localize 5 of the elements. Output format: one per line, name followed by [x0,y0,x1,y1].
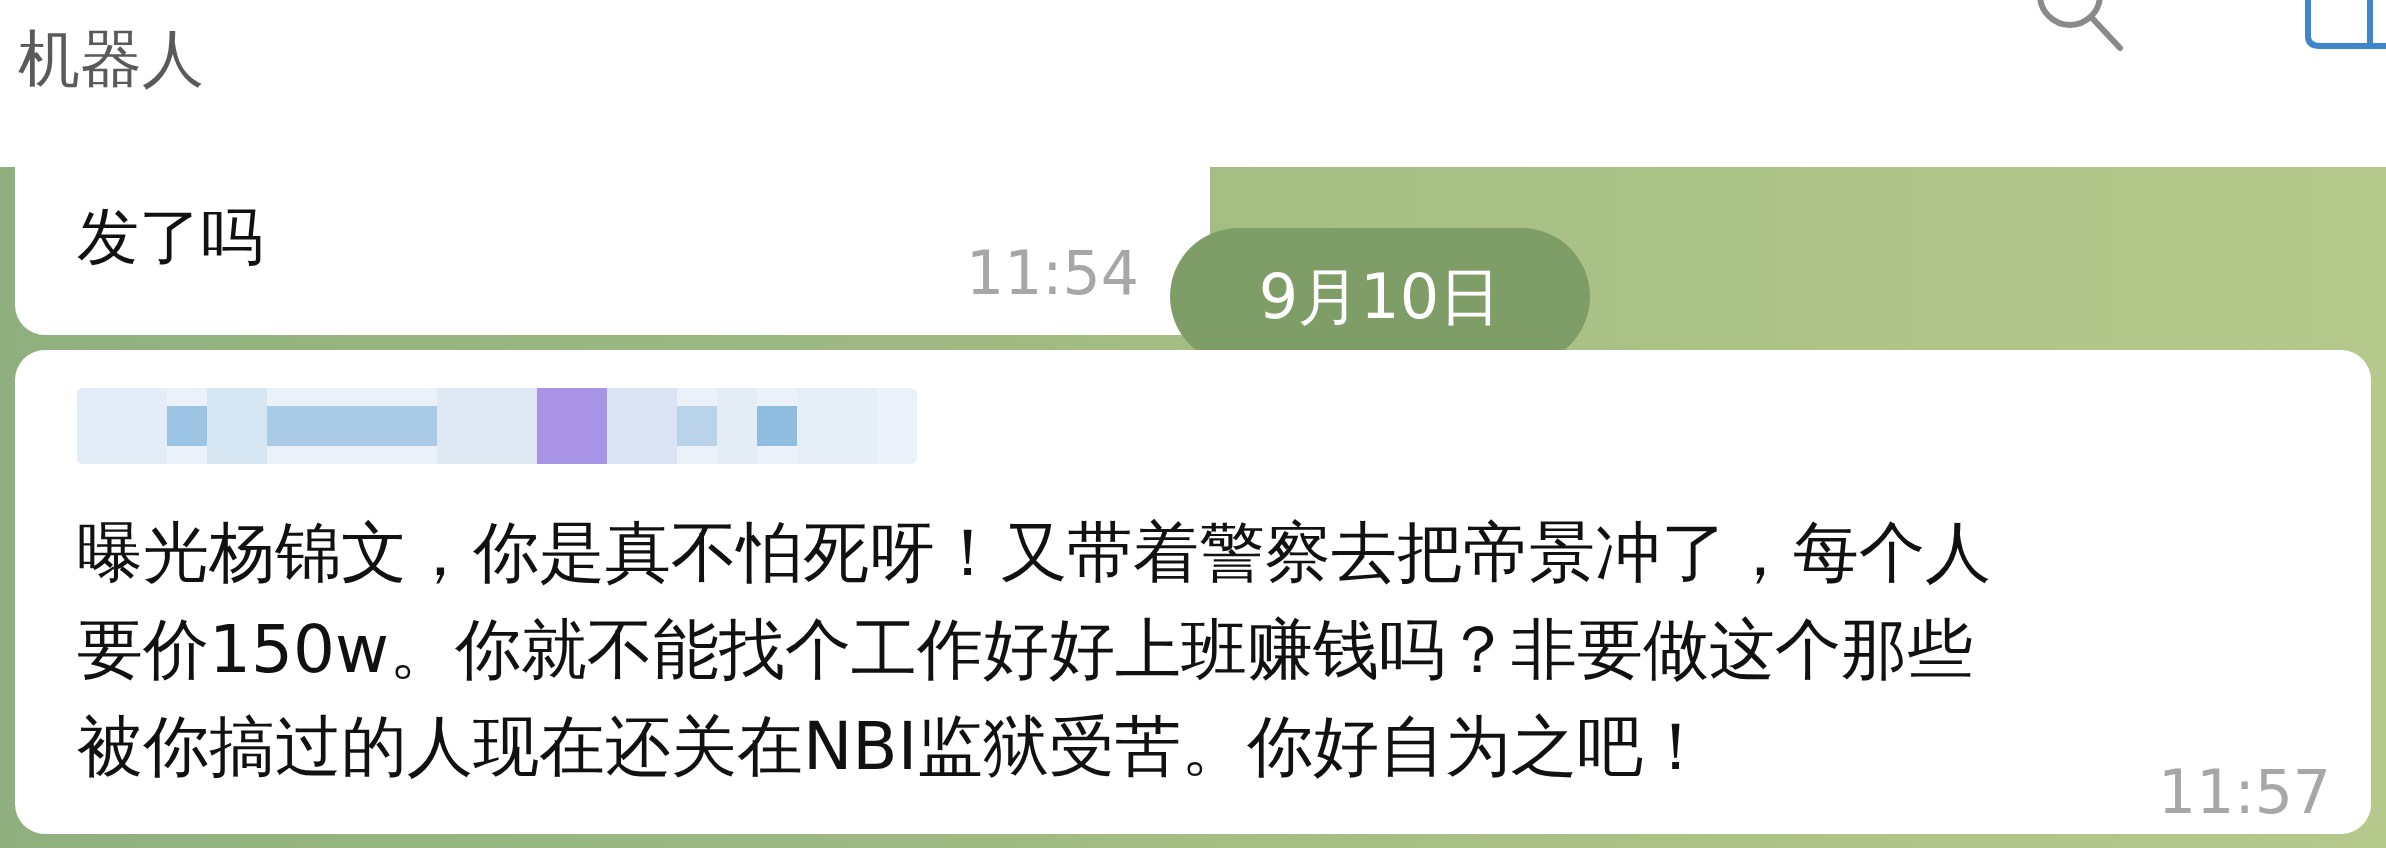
message-time: 11:57 [2158,762,2331,822]
message-text: 发了吗 [77,199,263,275]
message-text: 曝光杨锦文，你是真不怕死呀！又带着警察去把帝景冲了，每个人要价150w。你就不能找个工作好好上班赚钱吗？非要做这个那些被你搞过的人现在还关在NBI监狱受苦。你好自为之吧！ [77,513,1992,787]
message-time: 11:54 [966,243,1139,303]
chat-title: 机器人 [18,28,204,90]
